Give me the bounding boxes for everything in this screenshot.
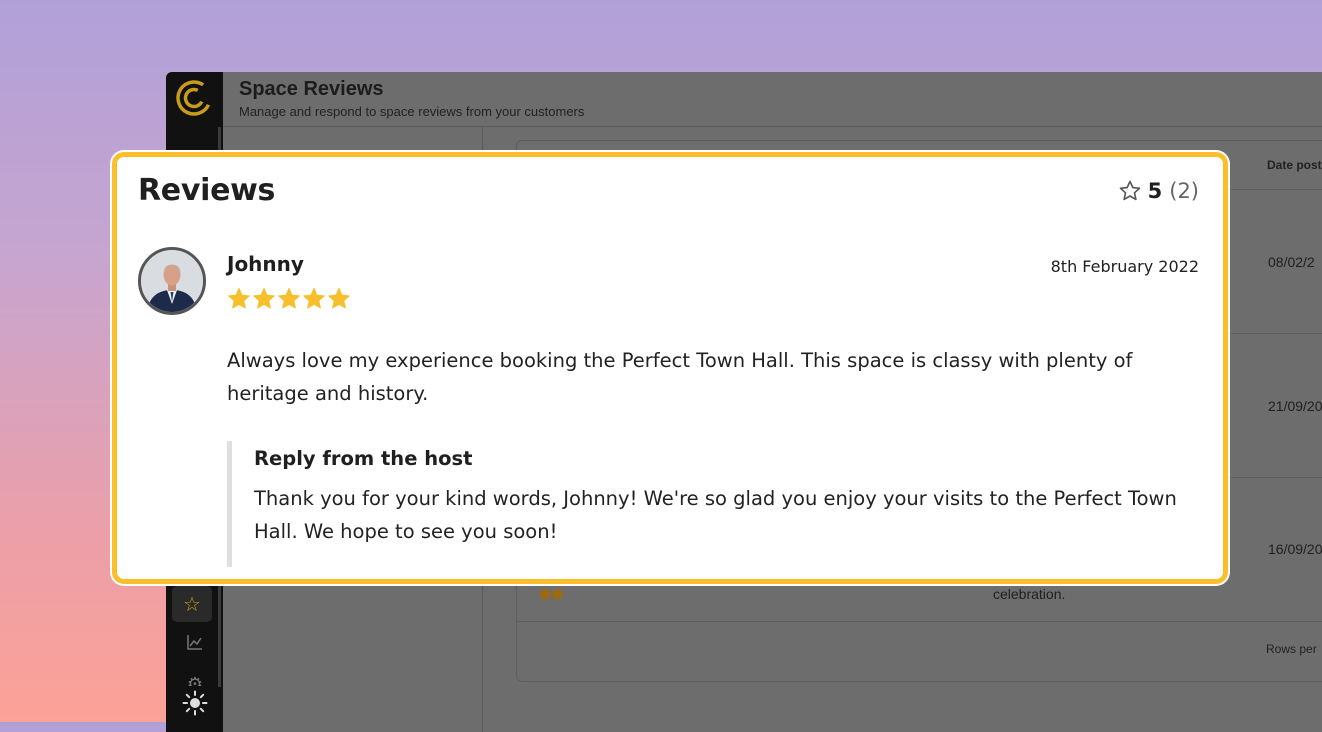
page-header: Space Reviews Manage and respond to spac… (239, 78, 584, 119)
table-row-date: 16/09/20 (1268, 541, 1322, 557)
column-header-date[interactable]: Date post (1267, 158, 1322, 172)
sidebar-item-reviews[interactable]: ☆ (172, 586, 212, 622)
reply-title: Reply from the host (254, 447, 473, 470)
star-outline-icon (1119, 180, 1140, 201)
header-divider (223, 126, 1322, 127)
rows-per-page-label: Rows per (1266, 642, 1317, 656)
table-row-date: 08/02/2 (1268, 254, 1315, 270)
review-date: 8th February 2022 (1050, 257, 1199, 276)
star-filled-icon (328, 288, 350, 309)
review-text: Always love my experience booking the Pe… (227, 349, 1133, 405)
avatar (138, 247, 206, 315)
reviewer-name: Johnny (227, 252, 304, 276)
settings-icon: ⚙ (186, 674, 204, 686)
sidebar-item-settings[interactable]: ⚙ (184, 674, 206, 686)
star-icon: ☆ (183, 592, 201, 616)
page-title: Space Reviews (239, 78, 384, 100)
star-rating (227, 287, 351, 311)
review-card: Reviews 5 (2) Johnny 8th February 2022 A… (112, 152, 1228, 584)
people-icon: ●● (539, 586, 564, 602)
person-photo (141, 250, 203, 312)
brand-logo (176, 80, 212, 116)
sun-icon[interactable] (182, 690, 208, 716)
star-filled-icon (278, 288, 300, 309)
star-filled-icon (228, 288, 250, 309)
page-subtitle: Manage and respond to space reviews from… (239, 104, 585, 119)
reviews-title: Reviews (138, 173, 276, 208)
table-row-date: 21/09/20 (1268, 398, 1322, 414)
star-filled-icon (303, 288, 325, 309)
review-count: (2) (1169, 179, 1199, 203)
table-row-text: celebration. (993, 586, 1066, 602)
average-rating: 5 (1147, 179, 1163, 203)
host-reply: Reply from the host Thank you for your k… (227, 441, 1197, 567)
star-filled-icon (253, 288, 275, 309)
chart-icon (187, 635, 202, 650)
reply-text: Thank you for your kind words, Johnny! W… (254, 487, 1177, 543)
rating-summary: 5 (2) (1118, 179, 1199, 203)
sidebar-item-analytics[interactable] (184, 632, 206, 654)
row-divider (517, 621, 1322, 622)
